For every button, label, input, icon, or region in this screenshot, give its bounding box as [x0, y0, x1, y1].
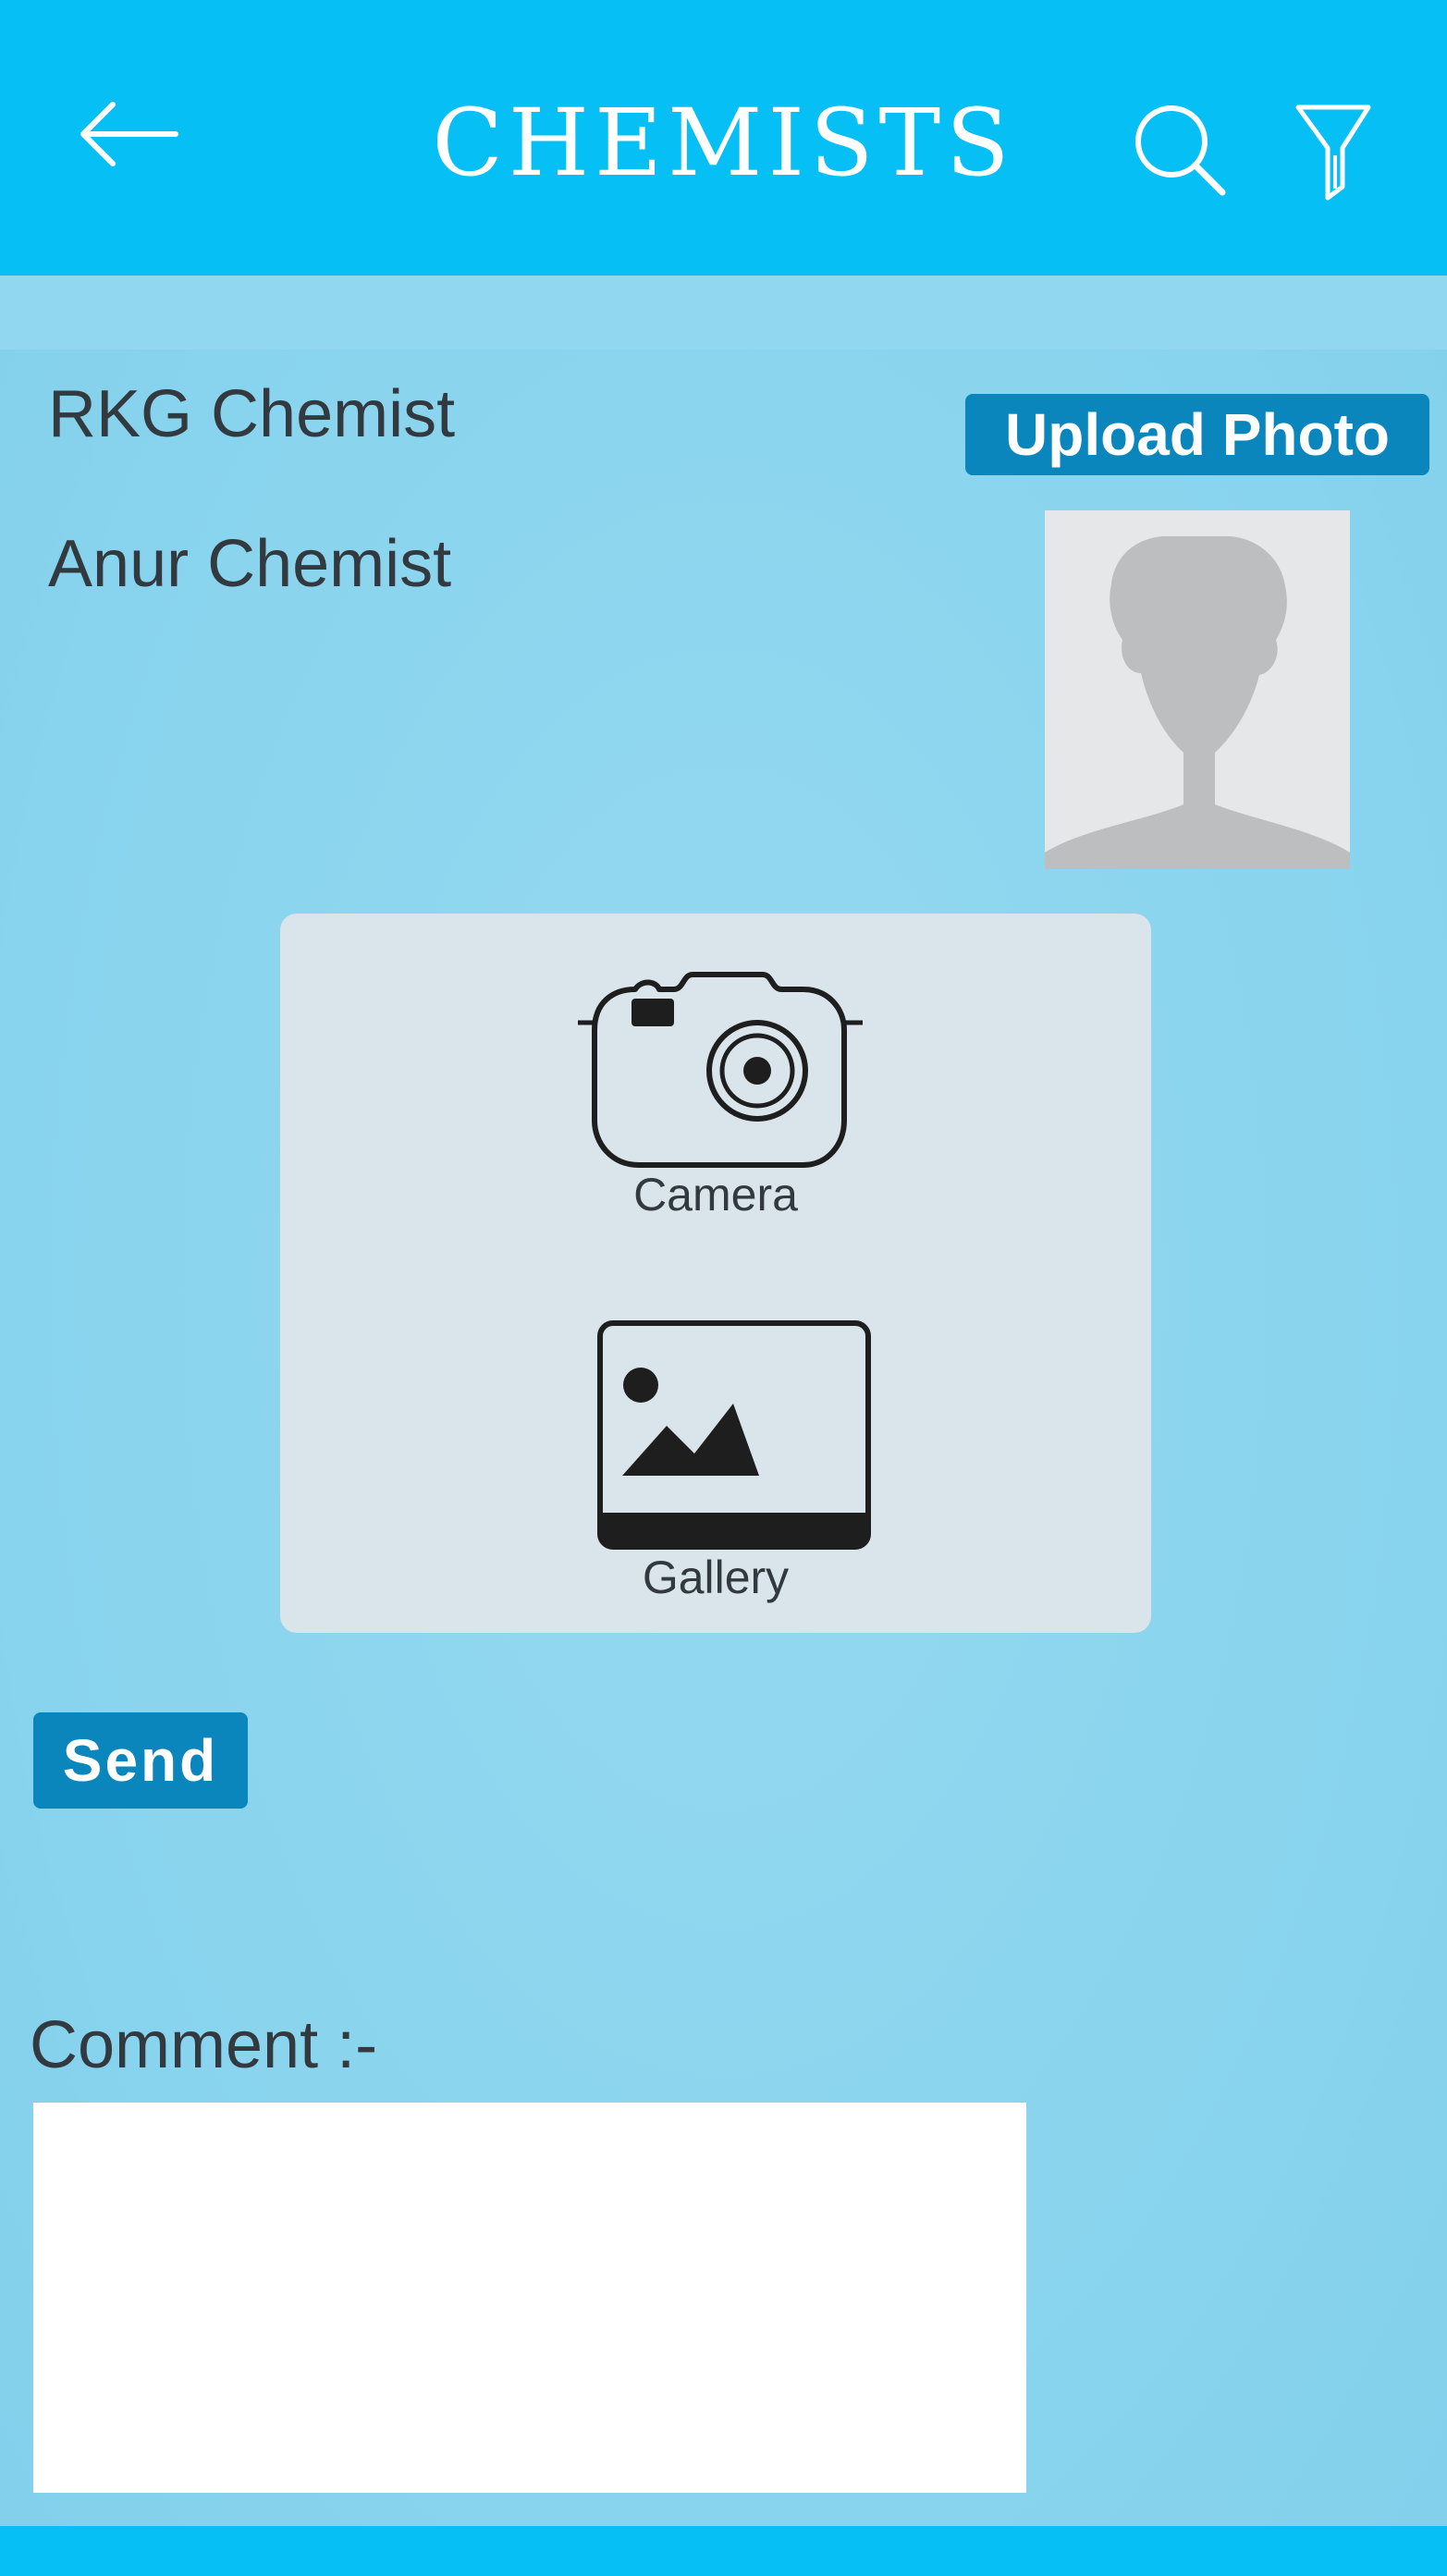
filter-icon [1295, 104, 1371, 201]
camera-icon [578, 972, 863, 1168]
gallery-option[interactable]: Gallery [280, 1320, 1151, 1607]
person-placeholder-icon [1045, 536, 1350, 869]
search-icon [1135, 105, 1226, 196]
camera-option[interactable]: Camera [280, 962, 1151, 1230]
gallery-icon [597, 1320, 871, 1550]
camera-label: Camera [633, 1169, 798, 1221]
chemist-item[interactable]: Anur Chemist [48, 527, 451, 601]
footer-bar [0, 2526, 1447, 2576]
send-button[interactable]: Send [33, 1712, 248, 1809]
filter-button[interactable] [1293, 102, 1376, 203]
header-sub-strip [0, 276, 1447, 350]
upload-photo-button[interactable]: Upload Photo [965, 394, 1429, 475]
gallery-label: Gallery [642, 1552, 790, 1603]
avatar [1045, 510, 1350, 869]
comment-input[interactable] [33, 2103, 1026, 2493]
app-header: CHEMISTS [0, 0, 1447, 276]
search-button[interactable] [1130, 100, 1232, 202]
photo-source-picker: Camera Gallery [280, 914, 1151, 1633]
chemist-item[interactable]: RKG Chemist [48, 377, 455, 451]
comment-label: Comment :- [30, 2008, 378, 2082]
